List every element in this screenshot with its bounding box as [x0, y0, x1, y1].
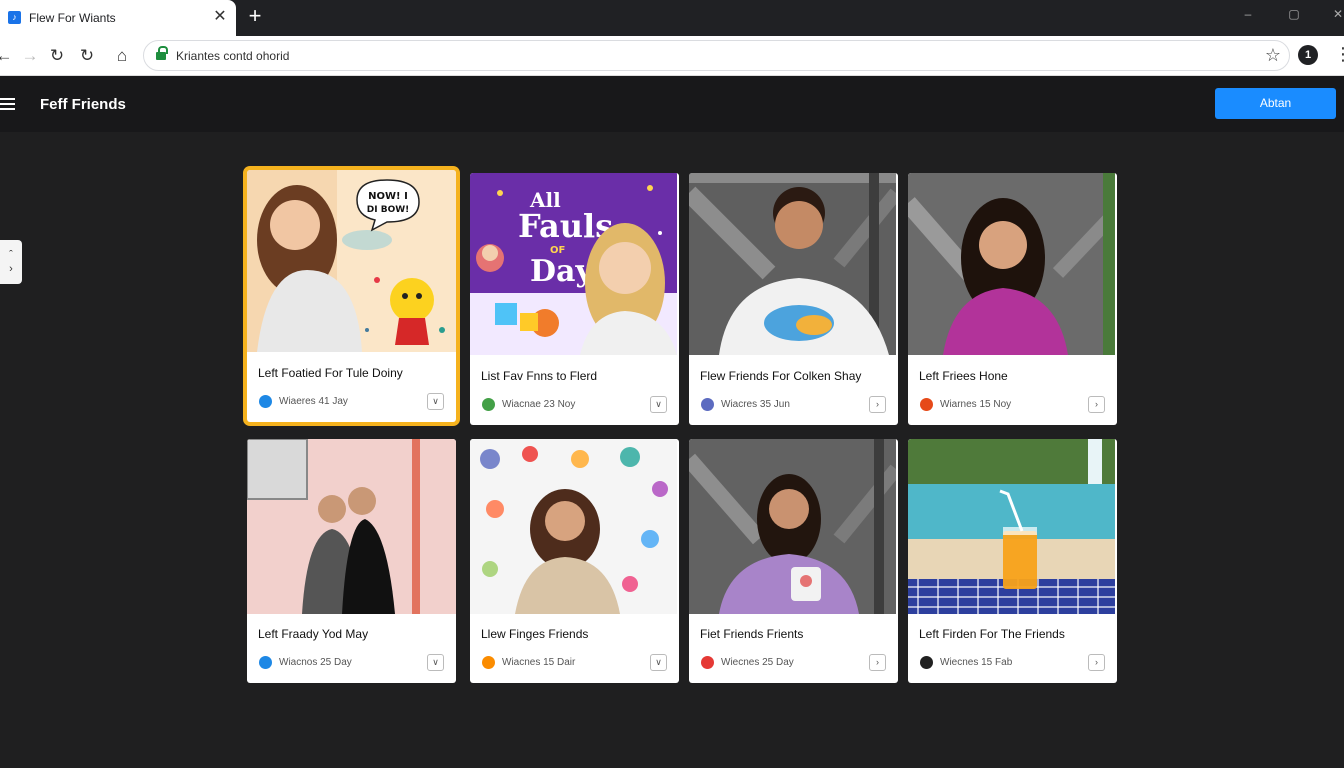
card-image: All Fauls OF Day: [470, 173, 679, 355]
card-title[interactable]: Fiet Friends Frients: [700, 627, 803, 641]
card-meta: Wiaeres 41 Jay: [279, 396, 348, 407]
card-image: [689, 173, 898, 355]
new-tab-icon[interactable]: +: [244, 5, 266, 27]
friend-card-1[interactable]: NOW! I DI BOW! Left Foatied For Tule Doi…: [247, 170, 456, 422]
card-image: [689, 439, 898, 614]
card-avatar-icon: [701, 398, 714, 411]
card-action-chevron-icon[interactable]: ∨: [650, 396, 667, 413]
window-close-icon[interactable]: ✕: [1326, 4, 1344, 24]
window-maximize-icon[interactable]: ▢: [1282, 4, 1306, 24]
card-avatar-icon: [701, 656, 714, 669]
card-title[interactable]: Left Fraady Yod May: [258, 627, 368, 641]
card-title[interactable]: Left Friees Hone: [919, 369, 1008, 383]
card-meta: Wiacres 35 Jun: [721, 399, 790, 410]
card-action-chevron-icon[interactable]: ∨: [427, 393, 444, 410]
card-title[interactable]: Left Foatied For Tule Doiny: [258, 366, 403, 380]
friend-card-2[interactable]: All Fauls OF Day List Fav Fnns to Flerd …: [470, 173, 679, 425]
card-image: [470, 439, 679, 614]
card-meta: Wiacnae 23 Noy: [502, 399, 576, 410]
friend-card-7[interactable]: Fiet Friends Frients Wiecnes 25 Day ›: [689, 439, 898, 683]
card-meta: Wiarnes 15 Noy: [940, 399, 1012, 410]
browser-menu-icon[interactable]: ⋮: [1334, 42, 1344, 66]
card-title[interactable]: List Fav Fnns to Flerd: [481, 369, 597, 383]
card-title[interactable]: Llew Finges Friends: [481, 627, 588, 641]
friend-card-5[interactable]: Left Fraady Yod May Wiacnos 25 Day ∨: [247, 439, 456, 683]
card-meta: Wiecnes 15 Fab: [940, 657, 1013, 668]
card-avatar-icon: [259, 656, 272, 669]
speech-text-line1: NOW! I: [368, 191, 408, 202]
url-text[interactable]: Kriantes contd ohorid: [176, 49, 289, 63]
friend-card-6[interactable]: Llew Finges Friends Wiacnes 15 Dair ∨: [470, 439, 679, 683]
friend-card-8[interactable]: Left Firden For The Friends Wiecnes 15 F…: [908, 439, 1117, 683]
card-action-chevron-icon[interactable]: ›: [1088, 396, 1105, 413]
friend-card-3[interactable]: Flew Friends For Colken Shay Wiacres 35 …: [689, 173, 898, 425]
primary-action-button[interactable]: Abtan: [1215, 88, 1336, 119]
hamburger-menu-icon[interactable]: [0, 98, 15, 110]
card-action-chevron-icon[interactable]: ∨: [650, 654, 667, 671]
tab-close-icon[interactable]: ✕: [210, 7, 230, 27]
app-title: Feff Friends: [40, 96, 126, 113]
friend-card-4[interactable]: Left Friees Hone Wiarnes 15 Noy ›: [908, 173, 1117, 425]
card-action-chevron-icon[interactable]: ∨: [427, 654, 444, 671]
profile-avatar-icon[interactable]: 1: [1298, 45, 1318, 65]
browser-tab[interactable]: ♪ Flew For Wiants ✕: [0, 0, 236, 36]
chevron-up-icon: ˆ: [9, 249, 13, 261]
card-meta: Wiacnos 25 Day: [279, 657, 352, 668]
card-image: [908, 439, 1117, 614]
back-arrow-icon[interactable]: ←: [0, 44, 16, 68]
browser-toolbar: ← → ↻ ↻ ⌂ Kriantes contd ohorid ☆: [0, 36, 1344, 76]
card-action-chevron-icon[interactable]: ›: [1088, 654, 1105, 671]
card-avatar-icon: [259, 395, 272, 408]
lock-icon: [156, 46, 168, 61]
card-meta: Wiecnes 25 Day: [721, 657, 794, 668]
window-minimize-icon[interactable]: –: [1236, 4, 1260, 24]
card-action-chevron-icon[interactable]: ›: [869, 396, 886, 413]
side-panel-toggle[interactable]: ˆ ›: [0, 240, 22, 284]
chevron-right-icon: ›: [9, 263, 13, 275]
card-title[interactable]: Flew Friends For Colken Shay: [700, 369, 861, 383]
card-avatar-icon: [482, 398, 495, 411]
browser-tab-bar: ♪ Flew For Wiants ✕ + – ▢ ✕: [0, 0, 1344, 36]
card-avatar-icon: [482, 656, 495, 669]
reload-alt-icon[interactable]: ↻: [75, 44, 99, 68]
card-title[interactable]: Left Firden For The Friends: [919, 627, 1065, 641]
card-meta: Wiacnes 15 Dair: [502, 657, 576, 668]
card-action-chevron-icon[interactable]: ›: [869, 654, 886, 671]
address-bar[interactable]: Kriantes contd ohorid ☆: [143, 40, 1290, 71]
card-image: [908, 173, 1117, 355]
tab-title: Flew For Wiants: [29, 11, 116, 25]
card-avatar-icon: [920, 656, 933, 669]
card-avatar-icon: [920, 398, 933, 411]
card-image: NOW! I DI BOW!: [247, 170, 456, 352]
forward-arrow-icon[interactable]: →: [18, 44, 42, 68]
speech-text-line2: DI BOW!: [367, 205, 410, 215]
reload-icon[interactable]: ↻: [45, 44, 69, 68]
bookmark-star-icon[interactable]: ☆: [1265, 45, 1281, 66]
app-header: Feff Friends Abtan: [0, 76, 1344, 132]
poster-text-line4: Day: [530, 254, 594, 289]
tab-favicon-icon: ♪: [8, 11, 21, 24]
home-icon[interactable]: ⌂: [110, 44, 134, 68]
card-image: [247, 439, 456, 614]
